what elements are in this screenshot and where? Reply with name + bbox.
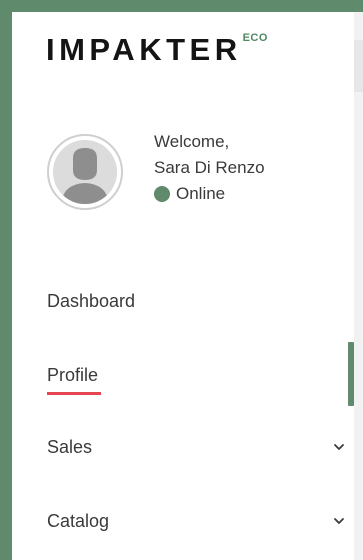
sidebar-item-sales[interactable]: Sales bbox=[47, 432, 344, 462]
sidebar-item-dashboard[interactable]: Dashboard bbox=[47, 286, 337, 316]
user-name: Sara Di Renzo bbox=[154, 158, 265, 177]
sidebar-item-label: Dashboard bbox=[47, 290, 136, 311]
person-silhouette-icon bbox=[53, 140, 117, 204]
chevron-down-icon[interactable] bbox=[333, 441, 345, 453]
user-info: Welcome, Sara Di Renzo Online bbox=[154, 129, 265, 207]
avatar[interactable] bbox=[47, 134, 123, 210]
sidebar-panel: IMPAKTER ECO Welcome, Sara Di Renzo Onli… bbox=[12, 12, 363, 560]
online-status-dot-icon bbox=[154, 186, 170, 202]
sidebar-item-profile[interactable]: Profile bbox=[47, 360, 337, 395]
scrollbar-track-segment bbox=[354, 40, 363, 92]
brand-logo[interactable]: IMPAKTER ECO bbox=[46, 32, 268, 67]
sidebar-item-catalog[interactable]: Catalog bbox=[47, 506, 344, 536]
scrollbar-thumb[interactable] bbox=[348, 342, 354, 406]
sidebar-item-label: Catalog bbox=[47, 510, 110, 531]
sidebar-item-label: Profile bbox=[47, 364, 102, 395]
welcome-text: Welcome, bbox=[154, 132, 230, 151]
status-label: Online bbox=[176, 184, 226, 203]
user-status: Online bbox=[154, 181, 265, 207]
sidebar-item-label: Sales bbox=[47, 436, 93, 457]
scrollbar-track[interactable] bbox=[354, 12, 363, 560]
brand-name: IMPAKTER bbox=[46, 32, 242, 67]
chevron-down-icon[interactable] bbox=[333, 515, 345, 527]
brand-superscript: ECO bbox=[242, 32, 268, 44]
